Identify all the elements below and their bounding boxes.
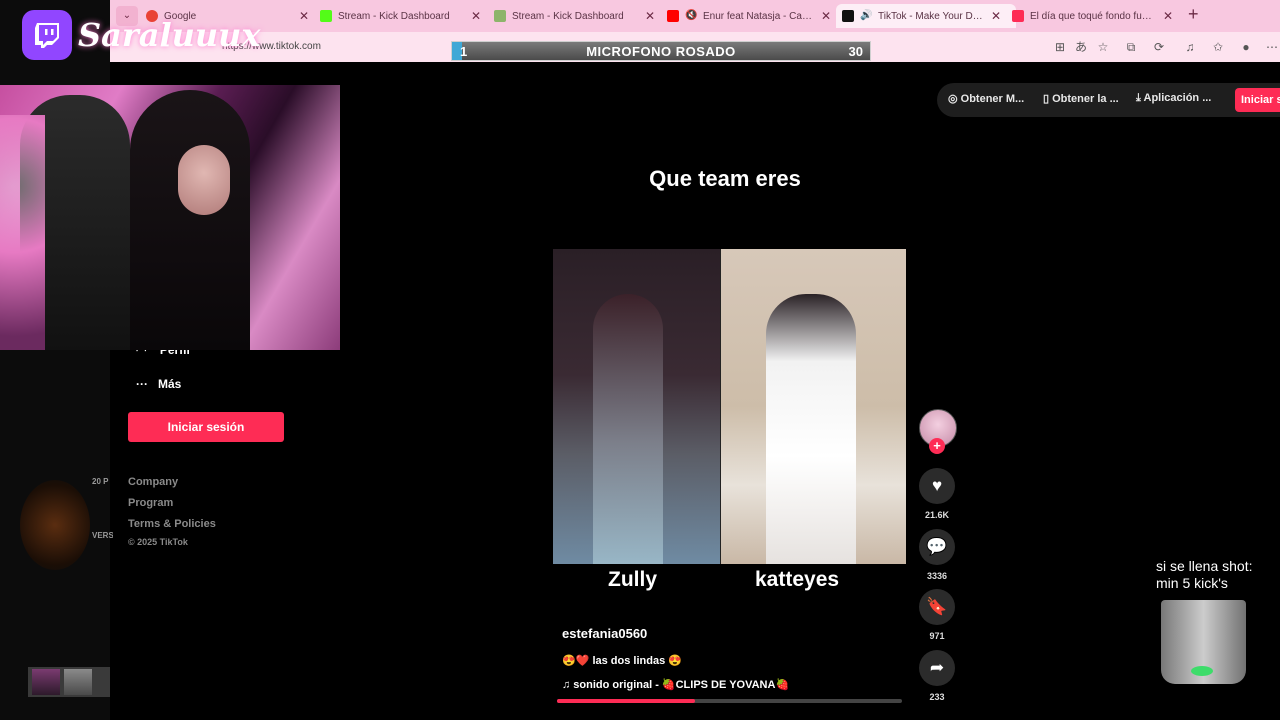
like-button[interactable]: ♥ (919, 468, 955, 504)
save-button[interactable]: 🔖 (919, 589, 955, 625)
thumbnail-strip (28, 667, 110, 697)
close-icon[interactable]: ✕ (821, 9, 831, 23)
translate-icon[interactable]: あ (1074, 40, 1088, 54)
tiktok-favicon-icon (842, 10, 854, 22)
webcam-feed (0, 85, 340, 350)
video-left-half (553, 249, 720, 564)
video-player[interactable] (553, 249, 906, 564)
close-icon[interactable]: ✕ (991, 9, 1001, 23)
login-top-button[interactable]: Iniciar s (1235, 88, 1280, 112)
goal-target: 30 (848, 44, 863, 59)
right-contestant-name: katteyes (755, 568, 840, 591)
tab-kick-dashboard-1[interactable]: Stream - Kick Dashboard ✕ (320, 4, 481, 28)
video-description: 😍❤️ las dos lindas 😍 (562, 655, 682, 667)
share-arrow-icon: ➦ (929, 658, 945, 677)
person-right (766, 294, 856, 564)
thumbnail-1 (32, 669, 60, 695)
goal-title: MICROFONO ROSADO (586, 44, 736, 59)
tab-label: El día que toqué fondo fue el d (1030, 10, 1155, 22)
kick-favicon-icon (494, 10, 506, 22)
get-coins-label: Obtener M... (960, 93, 1025, 105)
video-author[interactable]: estefania0560 (562, 626, 647, 641)
video-title: Que team eres (649, 166, 801, 191)
comment-icon: 💬 (926, 537, 948, 556)
streamer-face (178, 145, 230, 215)
download-icon: ⤓ (1136, 92, 1144, 104)
video-progress-bar[interactable] (557, 699, 902, 703)
media-icon[interactable]: ♫ (1183, 40, 1197, 54)
shot-goal-text: si se llena shot: min 5 kick's (1156, 558, 1253, 592)
tab-tiktok-video[interactable]: El día que toqué fondo fue el d ✕ (1012, 4, 1173, 28)
comment-button[interactable]: 💬 (919, 529, 955, 565)
kick-favicon-icon (320, 10, 332, 22)
share-count: 233 (929, 692, 945, 702)
close-icon[interactable]: ✕ (1163, 9, 1173, 23)
footer-company-link[interactable]: Company (128, 476, 178, 488)
get-app-button[interactable]: ▯ Obtener la ... (1043, 92, 1119, 105)
tab-kick-dashboard-2[interactable]: Stream - Kick Dashboard ✕ (494, 4, 655, 28)
streamer-silhouette (130, 90, 250, 350)
video-right-half (721, 249, 906, 564)
share-button[interactable]: ➦ (919, 650, 955, 686)
left-version-text: VERS (92, 531, 114, 540)
browser-tab-bar: ⌄ Google ✕ Stream - Kick Dashboard ✕ Str… (110, 0, 1280, 32)
bookmark-icon: 🔖 (926, 597, 948, 616)
muted-speaker-icon[interactable]: 🔇 (685, 10, 697, 22)
thumbnail-2 (64, 669, 92, 695)
video-music[interactable]: ♫ sonido original - 🍓CLIPS DE YOVANA🍓 (562, 678, 789, 691)
tab-tiktok-active[interactable]: 🔊 TikTok - Make Your Day ✕ (836, 4, 1016, 28)
shot-goal-line1: si se llena shot: (1156, 558, 1253, 574)
coin-icon: ◎ (948, 93, 961, 105)
favorites-icon[interactable]: ✩ (1211, 40, 1225, 54)
close-icon[interactable]: ✕ (299, 9, 309, 23)
desktop-app-button[interactable]: ⤓ Aplicación ... (1136, 92, 1211, 105)
refresh-extension-icon[interactable]: ⟳ (1152, 40, 1166, 54)
login-sidebar-button[interactable]: Iniciar sesión (128, 412, 284, 442)
youtube-favicon-icon (667, 10, 679, 22)
phone-icon: ▯ (1043, 93, 1053, 105)
save-count: 971 (929, 631, 945, 641)
footer-copyright: © 2025 TikTok (128, 537, 188, 547)
channel-name: Saraluuux (78, 16, 261, 54)
tab-label: Stream - Kick Dashboard (512, 10, 624, 22)
decorated-tree (0, 115, 45, 350)
sidebar-item-mas[interactable]: ··· Más (136, 377, 181, 391)
tiktok-favicon-icon (1012, 10, 1024, 22)
video-progress-fill (557, 699, 695, 703)
footer-terms-link[interactable]: Terms & Policies (128, 518, 216, 530)
close-icon[interactable]: ✕ (471, 9, 481, 23)
left-badge-text: 20 P (92, 477, 109, 486)
more-dots-icon: ··· (136, 377, 158, 391)
comment-count: 3336 (926, 571, 948, 581)
shot-glass-widget (1161, 600, 1246, 684)
shot-goal-line2: min 5 kick's (1156, 575, 1228, 591)
tab-youtube-enur[interactable]: 🔇 Enur feat Natasja - Calabria ✕ (667, 4, 831, 28)
get-app-label: Obtener la ... (1052, 93, 1119, 105)
heart-icon: ♥ (931, 476, 943, 495)
bokeh-light (20, 480, 90, 570)
profile-icon[interactable]: ● (1239, 40, 1253, 54)
desktop-app-label: Aplicación ... (1143, 92, 1212, 104)
like-count: 21.6K (924, 510, 950, 520)
left-contestant-name: Zully (608, 568, 658, 591)
tab-label: Enur feat Natasja - Calabria (703, 10, 813, 22)
menu-icon[interactable]: ⋯ (1265, 40, 1279, 54)
get-coins-button[interactable]: ◎ Obtener M... (948, 92, 1024, 105)
extension-icon[interactable]: ⧉ (1124, 40, 1138, 54)
twitch-logo-icon (22, 10, 72, 60)
split-view-icon[interactable]: ⊞ (1053, 40, 1067, 54)
person-left (593, 294, 663, 564)
shot-fill-level (1191, 666, 1213, 676)
new-tab-button[interactable]: + (1188, 4, 1199, 25)
speaker-icon[interactable]: 🔊 (860, 10, 872, 22)
favorite-star-icon[interactable]: ☆ (1096, 40, 1110, 54)
footer-program-link[interactable]: Program (128, 497, 173, 509)
tab-label: TikTok - Make Your Day (878, 10, 983, 22)
tab-label: Stream - Kick Dashboard (338, 10, 450, 22)
close-icon[interactable]: ✕ (645, 9, 655, 23)
follow-plus-icon[interactable]: + (929, 438, 945, 454)
microphone-goal-bar: 1 MICROFONO ROSADO 30 (451, 41, 871, 61)
sidebar-item-label: Más (158, 377, 182, 391)
